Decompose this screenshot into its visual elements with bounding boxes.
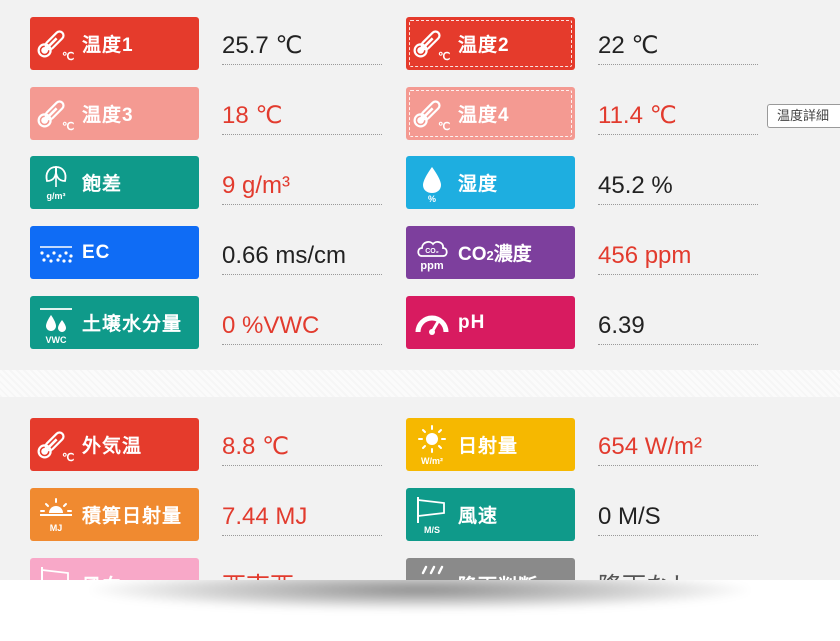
droplet-icon: %: [406, 156, 458, 209]
panel-divider: [0, 370, 840, 397]
value-solar-radiation: 654 W/m²: [598, 429, 758, 466]
tile-label: 外気温: [82, 436, 143, 457]
sun-horizon-icon-unit: MJ: [50, 523, 63, 533]
thermometer-icon: ℃: [30, 418, 82, 471]
tile-label: pH: [458, 311, 486, 333]
value-temperature-2: 22 ℃: [598, 28, 758, 65]
temperature-detail-button[interactable]: 温度詳細: [767, 104, 840, 128]
tile-label: 温度1: [82, 35, 134, 56]
tile-solar-radiation[interactable]: W/m² 日射量: [406, 418, 575, 471]
tile-saturation-deficit[interactable]: g/m³ 飽差: [30, 156, 199, 209]
leaf-icon: g/m³: [30, 156, 82, 209]
thermometer-icon: ℃: [406, 17, 458, 70]
windsock-icon-unit: M/S: [424, 525, 440, 535]
value-saturation-deficit: 9 g/m³: [222, 168, 382, 205]
value-co2: 456 ppm: [598, 238, 758, 275]
rain-icon: [406, 558, 458, 580]
tile-soil-moisture[interactable]: VWC 土壌水分量: [30, 296, 199, 349]
value-temperature-1: 25.7 ℃: [222, 28, 382, 65]
tile-ec[interactable]: EC: [30, 226, 199, 279]
tile-label: 湿度: [458, 174, 499, 195]
cloud-icon-unit: ppm: [420, 260, 443, 272]
co2-label-rest: 濃度: [493, 244, 532, 265]
thermometer-icon: ℃: [406, 87, 458, 140]
sun-icon: W/m²: [406, 418, 458, 471]
gauge-icon: [406, 296, 458, 349]
tile-wind-speed[interactable]: M/S 風速: [406, 488, 575, 541]
tile-label: 日射量: [458, 436, 519, 457]
tile-label: EC: [82, 241, 111, 263]
svg-text:℃: ℃: [438, 51, 450, 62]
tile-label: 温度4: [458, 105, 510, 126]
value-wind-speed: 0 M/S: [598, 499, 758, 536]
value-temperature-4: 11.4 ℃: [598, 98, 758, 135]
tile-temperature-3[interactable]: ℃ 温度3: [30, 87, 199, 140]
tile-label: 土壌水分量: [82, 314, 183, 335]
tile-outside-temperature[interactable]: ℃ 外気温: [30, 418, 199, 471]
value-rain-detection: 降雨なし: [598, 569, 758, 580]
soil-moisture-icon: VWC: [30, 296, 82, 349]
value-wind-direction: 西南西: [222, 569, 382, 580]
sun-icon-unit: W/m²: [421, 456, 443, 466]
tile-temperature-4[interactable]: ℃ 温度4: [406, 87, 575, 140]
value-temperature-3: 18 ℃: [222, 98, 382, 135]
value-ec: 0.66 ms/cm: [222, 238, 382, 275]
cloud-icon-text: CO₂: [425, 248, 439, 255]
tile-ph[interactable]: pH: [406, 296, 575, 349]
value-accumulated-radiation: 7.44 MJ: [222, 499, 382, 536]
tile-wind-direction[interactable]: 風向: [30, 558, 199, 580]
tile-temperature-2[interactable]: ℃ 温度2: [406, 17, 575, 70]
tile-label: 降雨判断: [458, 571, 538, 580]
thermometer-icon: ℃: [30, 87, 82, 140]
value-soil-moisture: 0 %VWC: [222, 308, 382, 345]
thermometer-icon: ℃: [30, 17, 82, 70]
svg-text:℃: ℃: [62, 121, 74, 132]
value-ph: 6.39: [598, 308, 758, 345]
tile-rain-detection[interactable]: 降雨判断: [406, 558, 575, 580]
tile-label: 風速: [458, 506, 499, 527]
co2-label-main: CO: [458, 244, 487, 265]
droplet-icon-unit: %: [428, 194, 436, 203]
tile-label: 積算日射量: [82, 506, 183, 527]
value-humidity: 45.2 %: [598, 168, 758, 205]
sun-horizon-icon: MJ: [30, 488, 82, 541]
tile-temperature-1[interactable]: ℃ 温度1: [30, 17, 199, 70]
windsock-icon: M/S: [406, 488, 458, 541]
svg-text:℃: ℃: [438, 121, 450, 132]
dots-icon: [30, 226, 82, 279]
tile-label: 飽差: [82, 174, 123, 195]
tile-label: CO2濃度: [458, 239, 532, 266]
tile-accumulated-radiation[interactable]: MJ 積算日射量: [30, 488, 199, 541]
svg-text:℃: ℃: [62, 51, 74, 62]
sensor-panel-weather: ℃ 外気温 8.8 ℃ W/m² 日射量 654 W/m² MJ 積算日射量 7…: [0, 397, 840, 580]
soil-icon-unit: VWC: [46, 335, 67, 345]
tile-co2[interactable]: CO₂ ppm CO2濃度: [406, 226, 575, 279]
leaf-icon-unit: g/m³: [47, 191, 66, 201]
value-outside-temperature: 8.8 ℃: [222, 429, 382, 466]
tile-label: 温度2: [458, 35, 510, 56]
svg-text:℃: ℃: [62, 452, 74, 463]
co2-label-sub: 2: [486, 248, 494, 263]
tile-label: 風向: [82, 571, 122, 580]
sensor-panel-main: ℃ 温度1 25.7 ℃ ℃ 温度2 22 ℃ ℃ 温度3 18 ℃ ℃ 温度4…: [0, 0, 840, 370]
windsock-icon: [30, 558, 82, 580]
tile-label: 温度3: [82, 105, 134, 126]
tile-humidity[interactable]: % 湿度: [406, 156, 575, 209]
cloud-icon: CO₂ ppm: [406, 226, 458, 279]
